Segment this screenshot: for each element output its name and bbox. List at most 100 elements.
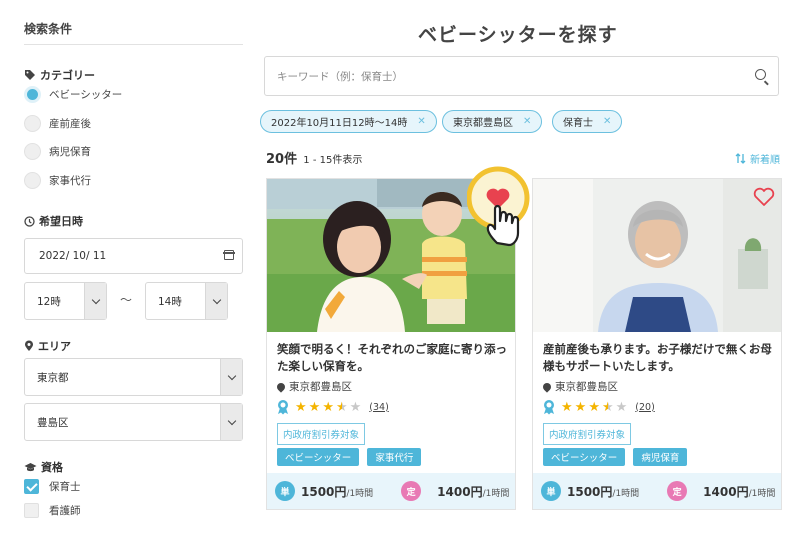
sitter-card[interactable]: 産前産後も承ります。お子様だけで無くお母様もサポートいたします。 東京都豊島区 … bbox=[532, 178, 782, 510]
favorite-heart-icon[interactable] bbox=[467, 163, 537, 253]
card-rating: ★ ★ ★ ★ ★ (20) bbox=[543, 399, 655, 415]
category-heading-label: カテゴリー bbox=[40, 69, 95, 82]
chevron-down-icon[interactable] bbox=[84, 283, 106, 319]
review-count-link[interactable]: (20) bbox=[635, 402, 655, 413]
category-option-babysitter[interactable]: ベビーシッター bbox=[24, 86, 122, 103]
medal-icon bbox=[544, 400, 554, 415]
tag-icon bbox=[25, 70, 35, 80]
category-tag: 家事代行 bbox=[367, 448, 422, 466]
datetime-heading-label: 希望日時 bbox=[39, 215, 83, 228]
qualification-heading: 資格 bbox=[24, 459, 63, 475]
card-title[interactable]: 産前産後も承ります。お子様だけで無くお母様もサポートいたします。 bbox=[543, 341, 775, 375]
card-location-label: 東京都豊島区 bbox=[555, 381, 618, 393]
favorite-heart-icon[interactable] bbox=[753, 187, 775, 207]
area-heading: エリア bbox=[24, 338, 71, 354]
sitter-card[interactable]: 笑顔で明るく！それぞれのご家庭に寄り添った楽しい保育を。 東京都豊島区 ★ ★ … bbox=[266, 166, 530, 510]
radio-button[interactable] bbox=[24, 115, 41, 132]
card-tags: ベビーシッター 家事代行 bbox=[277, 448, 422, 466]
filter-chip-area[interactable]: 東京都豊島区 ✕ bbox=[442, 110, 543, 133]
qualification-option-nurse[interactable]: 看護師 bbox=[24, 503, 81, 518]
sidebar-title: 検索条件 bbox=[24, 22, 73, 36]
filter-chip-label: 2022年10月11日12時〜14時 bbox=[271, 118, 408, 129]
end-time-value: 14時 bbox=[158, 295, 182, 308]
gov-discount-badge: 内政府割引券対象 bbox=[543, 423, 632, 445]
radio-button[interactable] bbox=[24, 143, 41, 160]
category-option-label: ベビーシッター bbox=[49, 89, 123, 101]
radio-button[interactable] bbox=[24, 86, 41, 103]
single-price-badge: 単 bbox=[275, 481, 295, 501]
checkbox[interactable] bbox=[24, 479, 39, 494]
category-tag: ベビーシッター bbox=[543, 448, 626, 466]
result-count: 20件 1 - 15件表示 bbox=[266, 148, 362, 167]
search-input[interactable]: キーワード（例：保育士） bbox=[264, 56, 779, 96]
regular-price-badge: 定 bbox=[667, 481, 688, 501]
card-rating: ★ ★ ★ ★ ★ (34) bbox=[277, 399, 389, 415]
end-time-select[interactable]: 14時 bbox=[145, 282, 228, 320]
search-icon[interactable] bbox=[755, 69, 766, 80]
radio-button[interactable] bbox=[24, 172, 41, 189]
close-icon[interactable]: ✕ bbox=[523, 116, 531, 127]
card-location: 東京都豊島区 bbox=[275, 379, 352, 394]
star-icon: ★ bbox=[615, 399, 628, 415]
prefecture-value: 東京都 bbox=[37, 371, 69, 384]
search-filter-sidebar: 検索条件 カテゴリー ベビーシッター 産前産後 病児保育 家事代行 希望日時 2… bbox=[24, 0, 244, 537]
chevron-down-icon[interactable] bbox=[220, 404, 242, 440]
medal-icon bbox=[278, 400, 288, 415]
filter-chip-datetime[interactable]: 2022年10月11日12時〜14時 ✕ bbox=[260, 110, 437, 133]
start-time-value: 12時 bbox=[37, 295, 61, 308]
card-tags: ベビーシッター 病児保育 bbox=[543, 448, 688, 466]
city-value: 豊島区 bbox=[37, 416, 69, 429]
qualification-heading-label: 資格 bbox=[41, 461, 63, 474]
qualification-option-label: 保育士 bbox=[49, 481, 81, 493]
area-heading-label: エリア bbox=[38, 340, 71, 353]
single-price-badge: 単 bbox=[541, 481, 561, 501]
star-icon: ★ bbox=[295, 399, 307, 415]
start-time-select[interactable]: 12時 bbox=[24, 282, 107, 320]
category-option-label: 家事代行 bbox=[49, 175, 91, 187]
card-location-label: 東京都豊島区 bbox=[289, 381, 352, 393]
star-icon: ★ bbox=[322, 399, 334, 415]
clock-icon bbox=[24, 215, 35, 227]
page-title: ベビーシッターを探す bbox=[418, 24, 618, 46]
result-count-number: 20件 bbox=[266, 152, 298, 167]
city-select[interactable]: 豊島区 bbox=[24, 403, 243, 441]
star-icon: ★ bbox=[349, 399, 362, 415]
card-price: 単 1500円/1時間 定 1400円/1時間 bbox=[533, 473, 781, 509]
search-placeholder: キーワード（例：保育士） bbox=[277, 70, 403, 83]
qualification-option-nursery-teacher[interactable]: 保育士 bbox=[24, 479, 81, 494]
review-count-link[interactable]: (34) bbox=[369, 402, 389, 413]
chevron-down-icon[interactable] bbox=[220, 359, 242, 395]
filter-chip-qualification[interactable]: 保育士 ✕ bbox=[552, 110, 623, 133]
map-pin-icon bbox=[275, 380, 287, 393]
map-pin-icon bbox=[25, 340, 33, 351]
star-half-icon: ★ bbox=[601, 399, 614, 415]
close-icon[interactable]: ✕ bbox=[603, 116, 611, 127]
gov-discount-badge: 内政府割引券対象 bbox=[277, 423, 366, 445]
filter-chip-label: 保育士 bbox=[563, 118, 593, 129]
category-option-sick-child[interactable]: 病児保育 bbox=[24, 143, 91, 160]
category-option-housekeeping[interactable]: 家事代行 bbox=[24, 172, 91, 189]
star-icon: ★ bbox=[561, 399, 573, 415]
regular-price: 1400円/1時間 bbox=[437, 484, 510, 499]
sort-icon bbox=[735, 153, 746, 164]
date-field[interactable]: 2022/ 10/ 11 bbox=[24, 238, 243, 274]
graduation-cap-icon bbox=[24, 462, 37, 471]
prefecture-select[interactable]: 東京都 bbox=[24, 358, 243, 396]
sitter-photo bbox=[533, 179, 781, 332]
category-tag: 病児保育 bbox=[633, 448, 688, 466]
datetime-heading: 希望日時 bbox=[24, 213, 83, 229]
category-option-prenatal[interactable]: 産前産後 bbox=[24, 115, 91, 132]
regular-price: 1400円/1時間 bbox=[703, 484, 776, 499]
date-value: 2022/ 10/ 11 bbox=[39, 250, 107, 262]
sort-button[interactable]: 新着順 bbox=[735, 151, 780, 166]
checkbox[interactable] bbox=[24, 503, 39, 518]
single-price: 1500円/1時間 bbox=[567, 484, 640, 499]
close-icon[interactable]: ✕ bbox=[417, 116, 425, 127]
card-title[interactable]: 笑顔で明るく！それぞれのご家庭に寄り添った楽しい保育を。 bbox=[277, 341, 509, 375]
category-option-label: 病児保育 bbox=[49, 146, 91, 158]
chevron-down-icon[interactable] bbox=[205, 283, 227, 319]
star-icon: ★ bbox=[588, 399, 600, 415]
qualification-option-label: 看護師 bbox=[49, 505, 81, 517]
regular-price-badge: 定 bbox=[401, 481, 422, 501]
calendar-icon[interactable] bbox=[223, 250, 235, 260]
